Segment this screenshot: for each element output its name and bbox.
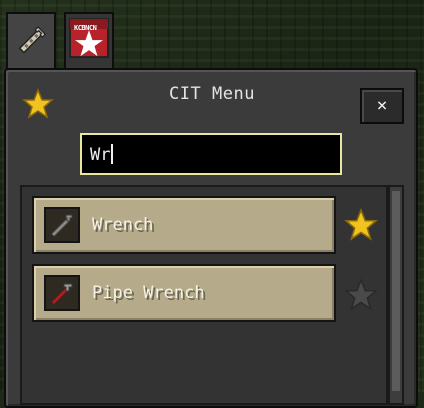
tab-wrench[interactable]	[6, 12, 56, 74]
list-item-wrench[interactable]: Wrench	[32, 196, 336, 254]
item-label: Wrench	[92, 215, 154, 235]
badge-text: KCBNCN	[74, 24, 97, 32]
scrollbar-thumb[interactable]	[392, 191, 400, 391]
close-button[interactable]: ×	[360, 88, 404, 124]
search-input[interactable]: Wr	[80, 133, 342, 175]
pipe-wrench-icon	[44, 275, 80, 311]
star-icon[interactable]	[344, 207, 378, 246]
tab-cit[interactable]: KCBNCN	[64, 12, 114, 68]
search-value: Wr	[90, 145, 111, 165]
text-caret	[111, 144, 114, 164]
wrench-icon	[44, 207, 80, 243]
scrollbar[interactable]	[388, 185, 404, 405]
list-item-pipe-wrench[interactable]: Pipe Wrench	[32, 264, 336, 322]
star-outline-icon[interactable]	[344, 277, 378, 316]
wrench-icon	[16, 24, 46, 62]
item-label: Pipe Wrench	[92, 283, 205, 303]
